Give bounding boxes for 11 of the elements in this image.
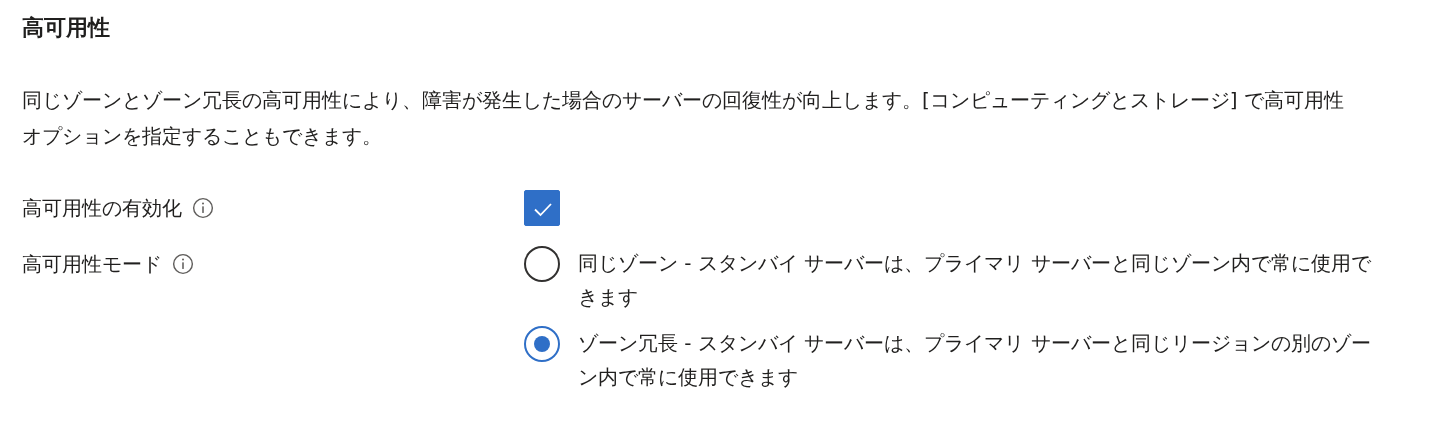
radio-button[interactable]: [524, 326, 560, 362]
info-icon[interactable]: [192, 197, 214, 219]
field-label: 高可用性モード: [22, 250, 162, 278]
radio-button[interactable]: [524, 246, 560, 282]
checkbox[interactable]: [524, 190, 560, 226]
section-title: 高可用性: [22, 14, 111, 42]
radio-option-label: 同じゾーン - スタンバイ サーバーは、プライマリ サーバーと同じゾーン内で常に使用できます: [578, 250, 1372, 311]
radio-option-label: ゾーン冗長 - スタンバイ サーバーは、プライマリ サーバーと同じリージョンの別のゾーン内で常に使用できます: [578, 330, 1372, 391]
section-description: 同じゾーンとゾーン冗長の高可用性により、障害が発生した場合のサーバーの回復性が向上します。[コンピューティングとストレージ] で高可用性オプションを指定することもできます。: [22, 87, 1345, 150]
field-label: 高可用性の有効化: [22, 194, 182, 222]
info-icon[interactable]: [172, 253, 194, 275]
